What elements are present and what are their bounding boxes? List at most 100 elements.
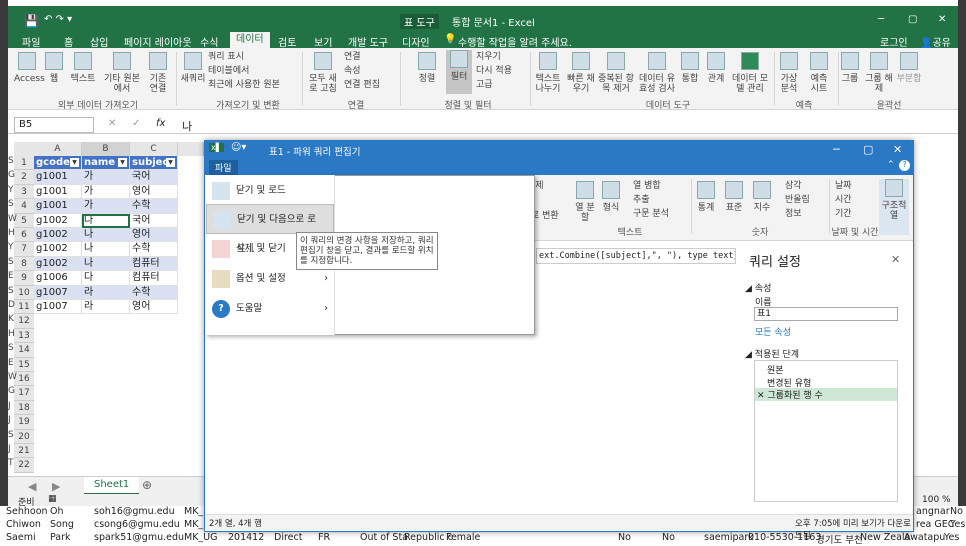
table-header-cell[interactable]: gcode ▼: [34, 156, 82, 171]
pq-tab-file[interactable]: 파일: [209, 160, 238, 175]
duration-button[interactable]: 기간: [835, 209, 852, 219]
recent-sources-button[interactable]: 최근에 사용한 원본: [208, 80, 308, 90]
tab-view[interactable]: 보기: [314, 34, 332, 49]
pq-minimize-icon[interactable]: ─: [833, 143, 840, 156]
row-header[interactable]: 8: [14, 256, 34, 272]
date-button[interactable]: 날짜: [835, 181, 852, 191]
table-cell[interactable]: 나: [82, 228, 130, 243]
relationships-button[interactable]: 관계: [704, 52, 728, 84]
table-cell[interactable]: 나: [82, 213, 130, 228]
table-cell[interactable]: g1006: [34, 271, 82, 286]
advanced-filter-button[interactable]: 고급: [476, 80, 536, 90]
delete-step-icon[interactable]: ✕: [757, 391, 767, 401]
table-cell[interactable]: 국어: [130, 213, 178, 228]
sort-button[interactable]: 정렬: [412, 52, 442, 84]
table-cell[interactable]: 수학: [130, 242, 178, 257]
web-button[interactable]: 웹: [44, 52, 64, 84]
table-cell[interactable]: 라: [82, 300, 130, 315]
table-cell[interactable]: g1002: [34, 228, 82, 243]
column-header-a[interactable]: A: [34, 142, 82, 156]
menu-close-load-to[interactable]: 닫기 및 다음으로 로드...: [206, 204, 334, 255]
tab-page-layout[interactable]: 페이지 레이아웃: [124, 34, 192, 49]
step-grouped-rows[interactable]: ✕ 그룹화된 행 수: [755, 388, 897, 401]
column-header-b[interactable]: B: [82, 142, 130, 156]
from-table-button[interactable]: 테이블에서: [208, 66, 308, 76]
parse-button[interactable]: 구문 분석: [633, 209, 669, 219]
pq-close-icon[interactable]: ✕: [893, 143, 902, 156]
enter-icon[interactable]: ✓: [132, 118, 140, 129]
subtotal-button[interactable]: 부분합: [894, 52, 924, 84]
row-header[interactable]: 17: [14, 386, 34, 401]
restore-icon[interactable]: ▢: [908, 14, 917, 25]
convert-button[interactable]: 로 변환: [531, 211, 559, 221]
table-cell[interactable]: 영어: [130, 300, 178, 315]
zoom-level[interactable]: 100 %: [922, 495, 951, 505]
connections-button[interactable]: 연결: [344, 52, 404, 62]
edit-links-button[interactable]: 연결 편집: [344, 80, 404, 90]
extract-button[interactable]: 추출: [633, 195, 650, 205]
row-header[interactable]: 5: [14, 213, 34, 228]
table-cell[interactable]: 가: [82, 184, 130, 200]
row-header[interactable]: 22: [14, 458, 34, 473]
pq-formula-input[interactable]: ext.Combine([subject],", "), type text}}…: [536, 248, 736, 264]
scroll-right-icon[interactable]: ▶: [52, 480, 60, 493]
help-icon[interactable]: ?: [899, 160, 910, 171]
tell-me-input[interactable]: 수행할 작업을 알려 주세요.: [458, 34, 572, 49]
step-source[interactable]: 원본: [767, 363, 784, 376]
cancel-icon[interactable]: ✕: [108, 118, 116, 129]
all-properties-link[interactable]: 모든 속성: [755, 325, 791, 338]
ungroup-button[interactable]: 그룹 해제: [864, 52, 894, 94]
table-cell[interactable]: g1001: [34, 170, 82, 185]
formula-input[interactable]: 나: [182, 118, 192, 134]
table-cell[interactable]: 라: [82, 285, 130, 300]
tab-file[interactable]: 파일: [22, 34, 40, 49]
column-header-d[interactable]: [178, 142, 204, 156]
tab-insert[interactable]: 삽입: [90, 34, 108, 49]
row-header[interactable]: 11: [14, 300, 34, 315]
forecast-sheet-button[interactable]: 예측 시트: [806, 52, 832, 94]
row-header[interactable]: 12: [14, 314, 34, 329]
table-cell[interactable]: 나: [82, 256, 130, 272]
tab-review[interactable]: 검토: [278, 34, 296, 49]
table-cell[interactable]: 수학: [130, 285, 178, 300]
row-header[interactable]: 10: [14, 285, 34, 300]
time-button[interactable]: 시간: [835, 195, 852, 205]
name-box[interactable]: B5: [14, 117, 94, 133]
close-icon[interactable]: ✕: [938, 14, 946, 25]
save-icon[interactable]: 💾: [24, 14, 39, 28]
table-header-cell[interactable]: subject ▼: [130, 156, 178, 171]
row-header[interactable]: 15: [14, 357, 34, 372]
row-header[interactable]: 2: [14, 170, 34, 185]
pane-close-icon[interactable]: ✕: [891, 253, 900, 266]
table-cell[interactable]: g1001: [34, 184, 82, 200]
table-cell[interactable]: 컴퓨터: [130, 271, 178, 286]
row-header[interactable]: 1: [14, 156, 34, 171]
access-button[interactable]: Access: [14, 52, 45, 84]
table-cell[interactable]: 영어: [130, 184, 178, 200]
data-validation-button[interactable]: 데이터 유효성 검사: [636, 52, 678, 94]
information-button[interactable]: 정보: [785, 209, 802, 219]
table-cell[interactable]: g1002: [34, 242, 82, 257]
row-header[interactable]: 4: [14, 199, 34, 214]
what-if-button[interactable]: 가상 분석: [776, 52, 802, 94]
scientific-button[interactable]: 지수: [751, 181, 773, 213]
row-header[interactable]: 9: [14, 271, 34, 286]
table-cell[interactable]: g1001: [34, 199, 82, 214]
column-header-c[interactable]: C: [130, 142, 178, 156]
existing-connections-button[interactable]: 기존 연결: [146, 52, 170, 94]
properties-section[interactable]: ◢ 속성: [745, 281, 771, 294]
menu-help[interactable]: ? 도움말 ›: [206, 294, 334, 324]
row-header[interactable]: 20: [14, 429, 34, 444]
share-button[interactable]: 👤공유: [920, 34, 951, 49]
query-name-input[interactable]: 표1: [754, 307, 898, 321]
other-sources-button[interactable]: 기타 원본에서: [102, 52, 142, 94]
pq-restore-icon[interactable]: ▢: [863, 143, 873, 156]
filter-dropdown-icon[interactable]: ▼: [70, 158, 79, 167]
applied-steps-section[interactable]: ◢ 적용된 단계: [745, 347, 799, 360]
select-all-corner[interactable]: [14, 142, 34, 156]
filter-button[interactable]: 필터: [446, 50, 472, 94]
table-cell[interactable]: 가: [82, 199, 130, 214]
standard-button[interactable]: 표준: [723, 181, 745, 213]
show-queries-button[interactable]: 쿼리 표시: [208, 52, 308, 62]
collapse-ribbon-icon[interactable]: ⌃: [887, 160, 895, 170]
